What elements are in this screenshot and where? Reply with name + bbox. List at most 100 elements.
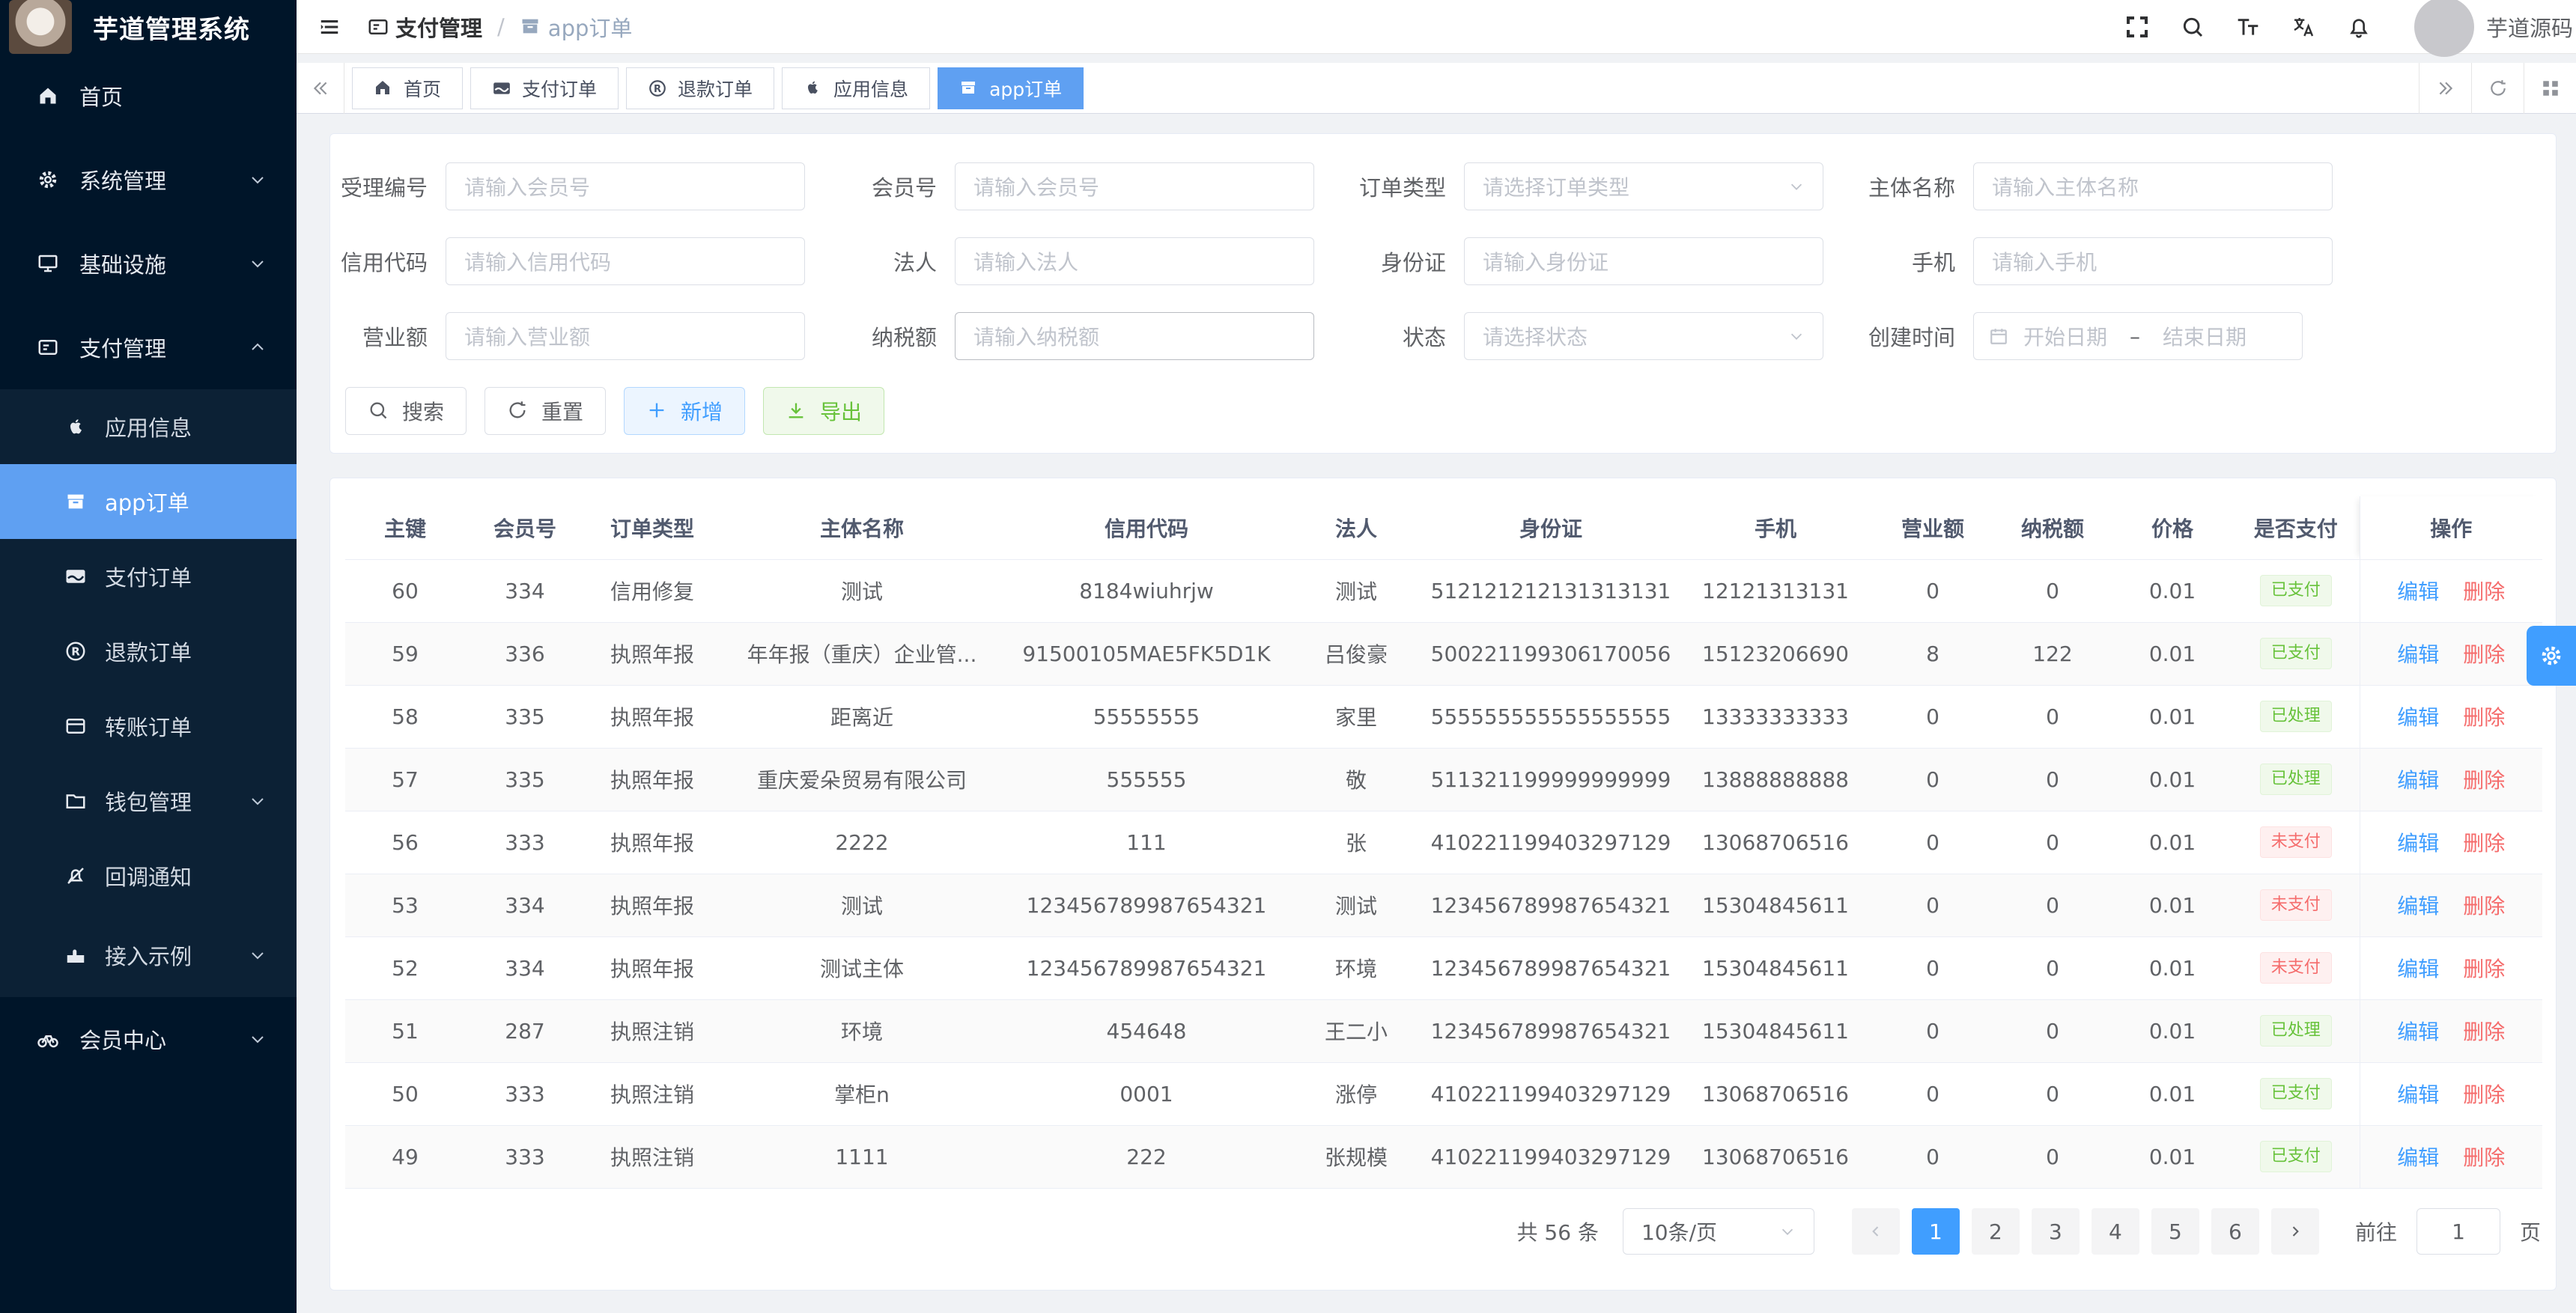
phone-input[interactable]: 请输入手机 bbox=[1973, 237, 2333, 285]
delete-link[interactable]: 删除 bbox=[2463, 768, 2505, 793]
form-label: 受理编号 bbox=[340, 175, 428, 201]
edit-link[interactable]: 编辑 bbox=[2397, 1145, 2439, 1170]
order-type-select[interactable]: 请选择订单类型 bbox=[1464, 162, 1823, 210]
sidebar-item-app-order[interactable]: app订单 bbox=[0, 464, 297, 539]
table-cell: 涨停 bbox=[1289, 1062, 1424, 1126]
delete-link[interactable]: 删除 bbox=[2463, 1082, 2505, 1107]
edit-link[interactable]: 编辑 bbox=[2397, 1020, 2439, 1044]
revenue-input[interactable]: 请输入营业额 bbox=[446, 312, 805, 360]
goto-page-input[interactable]: 1 bbox=[2416, 1208, 2500, 1255]
delete-link[interactable]: 删除 bbox=[2463, 1020, 2505, 1044]
table-cell: 60 bbox=[345, 559, 465, 623]
sidebar-item-refund-order[interactable]: R 退款订单 bbox=[0, 614, 297, 689]
sidebar-item-infra[interactable]: 基础设施 bbox=[0, 222, 297, 305]
edit-link[interactable]: 编辑 bbox=[2397, 579, 2439, 604]
reset-button[interactable]: 重置 bbox=[484, 387, 606, 435]
sidebar-item-pay-order[interactable]: 支付订单 bbox=[0, 539, 297, 614]
page-number-button[interactable]: 2 bbox=[1971, 1208, 2020, 1255]
tags-scroll-left-icon[interactable] bbox=[297, 62, 344, 114]
delete-link[interactable]: 删除 bbox=[2463, 1145, 2505, 1170]
fullscreen-icon[interactable] bbox=[2122, 12, 2152, 42]
start-date-input[interactable]: 开始日期 bbox=[2023, 321, 2107, 351]
form-item-order-type: 订单类型 请选择订单类型 bbox=[1349, 162, 1823, 210]
card-icon bbox=[492, 79, 511, 98]
user-name[interactable]: 芋道源码 bbox=[2486, 11, 2573, 43]
settings-float-button[interactable] bbox=[2527, 626, 2576, 686]
sidebar-item-notify[interactable]: 回调通知 bbox=[0, 838, 297, 913]
sidebar-item-wallet[interactable]: 钱包管理 bbox=[0, 764, 297, 838]
end-date-input[interactable]: 结束日期 bbox=[2163, 321, 2247, 351]
edit-link[interactable]: 编辑 bbox=[2397, 642, 2439, 667]
delete-link[interactable]: 删除 bbox=[2463, 957, 2505, 981]
credit-code-input[interactable]: 请输入信用代码 bbox=[446, 237, 805, 285]
tags-scroll-right-icon[interactable] bbox=[2419, 63, 2471, 114]
tag-home[interactable]: 首页 bbox=[352, 67, 464, 109]
delete-link[interactable]: 删除 bbox=[2463, 894, 2505, 919]
table-cell: 0.01 bbox=[2112, 559, 2232, 623]
bell-icon[interactable] bbox=[2344, 12, 2374, 42]
next-page-button[interactable] bbox=[2270, 1208, 2319, 1255]
create-time-range-picker[interactable]: 开始日期 – 结束日期 bbox=[1973, 312, 2303, 360]
table-cell: 13333333333 bbox=[1678, 685, 1873, 749]
sidebar-item-app-info[interactable]: 应用信息 bbox=[0, 389, 297, 464]
edit-link[interactable]: 编辑 bbox=[2397, 957, 2439, 981]
tag-pay-order[interactable]: 支付订单 bbox=[470, 67, 619, 109]
subject-name-input[interactable]: 请输入主体名称 bbox=[1973, 162, 2333, 210]
chevron-down-icon bbox=[1790, 333, 1802, 340]
grid-menu-icon[interactable] bbox=[2524, 63, 2576, 114]
refresh-icon[interactable] bbox=[2471, 63, 2524, 114]
delete-link[interactable]: 删除 bbox=[2463, 642, 2505, 667]
translate-icon[interactable] bbox=[2288, 12, 2318, 42]
edit-link[interactable]: 编辑 bbox=[2397, 894, 2439, 919]
page-size-select[interactable]: 10条/页 bbox=[1622, 1208, 1814, 1255]
prev-page-button[interactable] bbox=[1851, 1208, 1900, 1255]
page-number-button[interactable]: 5 bbox=[2151, 1208, 2199, 1255]
sidebar-item-label: 退款订单 bbox=[105, 640, 192, 665]
sidebar-item-pay[interactable]: 支付管理 bbox=[0, 305, 297, 389]
table-cell: 测试 bbox=[1289, 874, 1424, 937]
edit-link[interactable]: 编辑 bbox=[2397, 831, 2439, 856]
id-card-input[interactable]: 请输入身份证 bbox=[1464, 237, 1823, 285]
breadcrumb-item-pay[interactable]: 支付管理 bbox=[367, 11, 482, 43]
status-badge: 已支付 bbox=[2259, 575, 2332, 606]
add-button[interactable]: 新增 bbox=[624, 387, 745, 435]
delete-link[interactable]: 删除 bbox=[2463, 831, 2505, 856]
table-cell: 59 bbox=[345, 622, 465, 686]
logo[interactable]: 芋道管理系统 bbox=[0, 0, 297, 54]
sidebar-item-demo[interactable]: 接入示例 bbox=[0, 913, 297, 997]
table-row: 60 334 信用修复 测试 8184wiuhrjw 测试 5121212121313131… bbox=[345, 559, 2542, 623]
edit-link[interactable]: 编辑 bbox=[2397, 1082, 2439, 1107]
tag-app-info[interactable]: 应用信息 bbox=[782, 67, 931, 109]
font-size-icon[interactable] bbox=[2233, 12, 2263, 42]
sidebar-item-home[interactable]: 首页 bbox=[0, 54, 297, 138]
table-row: 53 334 执照年报 测试 123456789987654321 测试 123456789… bbox=[345, 874, 2542, 937]
sidebar-item-member[interactable]: 会员中心 bbox=[0, 997, 297, 1081]
status-select[interactable]: 请选择状态 bbox=[1464, 312, 1823, 360]
member-no-input[interactable]: 请输入会员号 bbox=[955, 162, 1314, 210]
puzzle-icon bbox=[63, 942, 88, 968]
table-cell: 环境 bbox=[1289, 936, 1424, 1000]
accept-no-input[interactable]: 请输入会员号 bbox=[446, 162, 805, 210]
delete-link[interactable]: 删除 bbox=[2463, 579, 2505, 604]
tax-input[interactable]: 请输入纳税额 bbox=[955, 312, 1314, 360]
legal-person-input[interactable]: 请输入法人 bbox=[955, 237, 1314, 285]
tag-app-order[interactable]: app订单 bbox=[938, 67, 1084, 109]
table-cell-actions: 编辑 删除 bbox=[2359, 622, 2542, 686]
delete-link[interactable]: 删除 bbox=[2463, 705, 2505, 730]
form-item-phone: 手机 请输入手机 bbox=[1858, 237, 2333, 285]
page-number-button[interactable]: 6 bbox=[2211, 1208, 2259, 1255]
sidebar-item-transfer-order[interactable]: 转账订单 bbox=[0, 689, 297, 764]
sidebar-item-system[interactable]: 系统管理 bbox=[0, 138, 297, 222]
search-icon[interactable] bbox=[2178, 12, 2208, 42]
tag-refund-order[interactable]: R 退款订单 bbox=[626, 67, 775, 109]
page-number-button[interactable]: 1 bbox=[1911, 1208, 1960, 1255]
search-button[interactable]: 搜索 bbox=[345, 387, 467, 435]
edit-link[interactable]: 编辑 bbox=[2397, 705, 2439, 730]
page-number-button[interactable]: 3 bbox=[2031, 1208, 2080, 1255]
table-cell: 334 bbox=[465, 874, 585, 937]
avatar[interactable] bbox=[2414, 0, 2474, 57]
export-button[interactable]: 导出 bbox=[763, 387, 884, 435]
edit-link[interactable]: 编辑 bbox=[2397, 768, 2439, 793]
page-number-button[interactable]: 4 bbox=[2091, 1208, 2139, 1255]
hamburger-icon[interactable] bbox=[316, 13, 343, 40]
